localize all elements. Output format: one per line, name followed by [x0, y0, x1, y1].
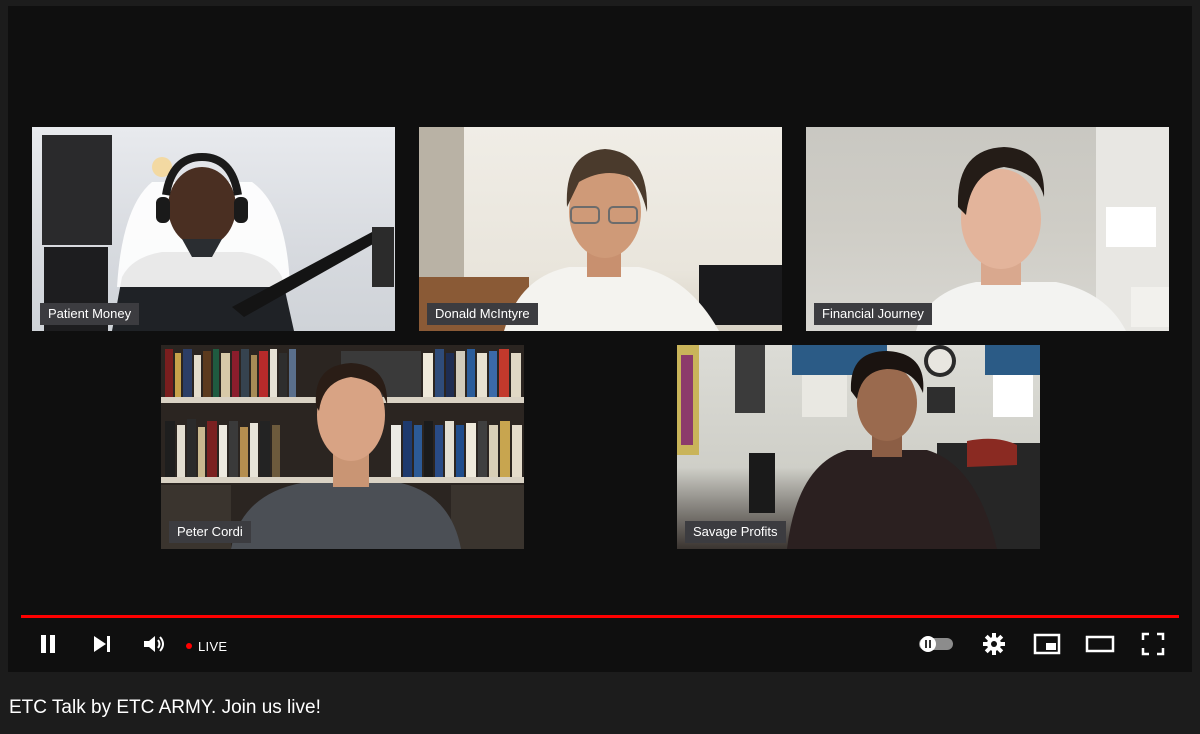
live-indicator[interactable]: LIVE: [186, 637, 227, 655]
participant-video-image: [419, 127, 782, 331]
player-controls: LIVE: [8, 626, 1192, 670]
fullscreen-button[interactable]: [1136, 626, 1170, 666]
mute-button[interactable]: [138, 626, 170, 666]
autoplay-toggle-icon: [918, 635, 954, 658]
participant-tile-savage-profits: Savage Profits: [677, 345, 1040, 549]
video-title[interactable]: ETC Talk by ETC ARMY. Join us live!: [9, 696, 321, 720]
video-player[interactable]: Patient Money Donald McIntyre Financial …: [8, 6, 1192, 672]
participant-name-label: Financial Journey: [814, 303, 932, 325]
settings-gear-icon: [982, 632, 1006, 661]
autoplay-toggle[interactable]: [916, 626, 956, 666]
participant-name-label: Donald McIntyre: [427, 303, 538, 325]
miniplayer-button[interactable]: [1030, 626, 1064, 666]
theater-mode-button[interactable]: [1082, 626, 1118, 666]
participant-video-image: [42, 135, 394, 331]
participant-video-image: [677, 345, 1040, 549]
participant-video-image: [916, 127, 1169, 331]
participant-name-label: Savage Profits: [685, 521, 786, 543]
live-progress-bar[interactable]: [21, 615, 1179, 618]
participant-tile-peter-cordi: Peter Cordi: [161, 345, 524, 549]
theater-mode-icon: [1085, 633, 1115, 660]
next-button[interactable]: [86, 626, 118, 666]
pause-button[interactable]: [32, 626, 64, 666]
live-label: LIVE: [198, 638, 228, 654]
next-icon: [91, 633, 113, 660]
settings-button[interactable]: [978, 626, 1010, 666]
participant-video-image: [161, 349, 524, 549]
participant-tile-financial-journey: Financial Journey: [806, 127, 1169, 331]
participant-name-label: Peter Cordi: [169, 521, 251, 543]
miniplayer-icon: [1033, 633, 1061, 660]
fullscreen-icon: [1141, 632, 1165, 661]
live-dot-icon: [186, 643, 192, 649]
volume-icon: [142, 633, 166, 660]
participant-tile-patient-money: Patient Money: [32, 127, 395, 331]
pause-icon: [37, 633, 59, 660]
participant-name-label: Patient Money: [40, 303, 140, 325]
participant-tile-donald-mcintyre: Donald McIntyre: [419, 127, 782, 331]
